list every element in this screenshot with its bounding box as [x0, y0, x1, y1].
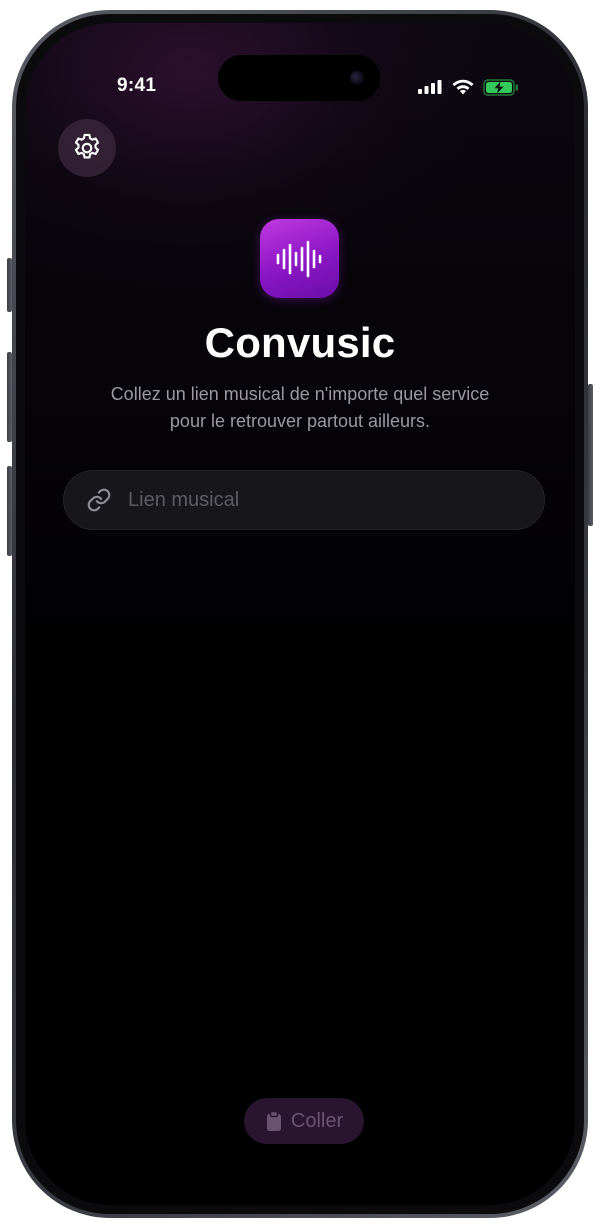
app-subtitle: Collez un lien musical de n'importe quel… [110, 384, 490, 431]
app-logo [260, 219, 339, 298]
cellular-signal-icon [418, 80, 442, 94]
volume-up-button [7, 352, 12, 442]
gear-icon [74, 133, 100, 159]
power-button [588, 384, 593, 526]
settings-button[interactable] [58, 119, 116, 177]
status-icons [417, 78, 519, 96]
link-icon [87, 488, 111, 512]
action-button [7, 258, 12, 312]
wifi-icon [452, 79, 474, 95]
volume-down-button [7, 466, 12, 556]
front-camera [350, 71, 364, 85]
dynamic-island [218, 55, 380, 101]
app-title: Convusic [204, 319, 396, 366]
paste-button-label: Coller [290, 1109, 344, 1132]
phone-frame: 9:41 Convusic Collez un lien musical de … [12, 10, 588, 1218]
link-input-field[interactable] [63, 470, 545, 530]
clipboard-icon [266, 1110, 281, 1131]
waveform-icon [276, 240, 321, 277]
paste-button[interactable]: Coller [244, 1098, 364, 1144]
status-time: 9:41 [117, 75, 157, 96]
link-input[interactable] [126, 487, 526, 513]
battery-charging-icon [483, 78, 518, 96]
app-screen: 9:41 Convusic Collez un lien musical de … [25, 23, 575, 1205]
phone-bezel: 9:41 Convusic Collez un lien musical de … [16, 14, 584, 1214]
